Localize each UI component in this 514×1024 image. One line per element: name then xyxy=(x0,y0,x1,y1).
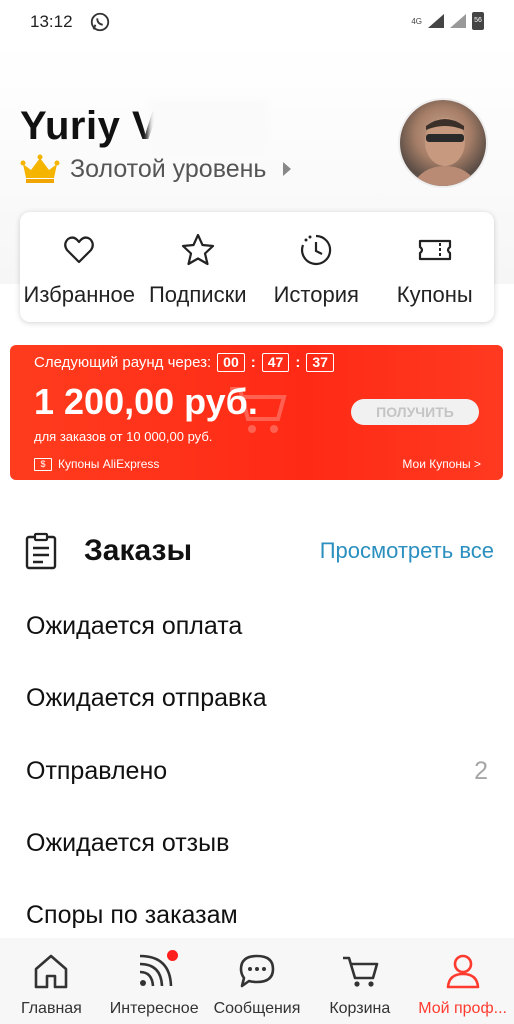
round-timer: Следующий раунд через: 00 : 47 : 37 xyxy=(34,353,340,372)
order-status-awaiting-review[interactable]: Ожидается отзыв xyxy=(26,823,488,863)
coupon-source: Купоны AliExpress xyxy=(58,457,160,471)
timer-hours: 00 xyxy=(217,353,245,372)
home-icon xyxy=(35,954,68,989)
quick-link-label: Подписки xyxy=(148,282,247,307)
nav-feed[interactable]: Интересное xyxy=(103,938,206,1024)
whatsapp-icon xyxy=(90,12,109,32)
nav-profile[interactable]: Мой проф... xyxy=(411,938,514,1024)
member-level[interactable]: Золотой уровень xyxy=(20,154,292,184)
get-coupon-button[interactable]: ПОЛУЧИТЬ xyxy=(351,399,479,425)
crown-icon xyxy=(20,154,60,183)
signal-icon xyxy=(428,14,444,28)
name-redaction xyxy=(148,100,268,152)
order-status-shipped[interactable]: Отправлено 2 xyxy=(26,751,488,791)
heart-icon xyxy=(64,236,95,264)
profile-icon xyxy=(446,954,479,989)
quick-link-label: Избранное xyxy=(23,282,136,307)
quick-link-wishlist[interactable]: Избранное xyxy=(20,212,139,322)
level-label: Золотой уровень xyxy=(70,154,267,183)
nav-home[interactable]: Главная xyxy=(0,938,103,1024)
round-label: Следующий раунд через: xyxy=(34,354,212,371)
nav-cart[interactable]: Корзина xyxy=(308,938,411,1024)
timer-colon: : xyxy=(295,354,301,371)
chat-icon xyxy=(239,954,275,988)
view-all-orders-link[interactable]: Просмотреть все xyxy=(320,538,494,564)
quick-links-card: Избранное Подписки История Купоны xyxy=(20,212,494,322)
order-status-label: Споры по заказам xyxy=(26,900,238,929)
avatar[interactable] xyxy=(398,98,488,188)
order-status-disputes[interactable]: Споры по заказам xyxy=(26,895,488,935)
my-coupons-link[interactable]: Мои Купоны > xyxy=(402,457,481,471)
status-icons: 4G 56 xyxy=(411,12,484,30)
quick-link-label: История xyxy=(273,282,359,307)
coupon-condition: для заказов от 10 000,00 руб. xyxy=(34,429,213,444)
nav-messages[interactable]: Сообщения xyxy=(206,938,309,1024)
history-clock-icon xyxy=(301,234,332,266)
quick-link-coupons[interactable]: Купоны xyxy=(376,212,495,322)
orders-title: Заказы xyxy=(84,534,193,567)
orders-header: Заказы Просмотреть все xyxy=(24,528,494,574)
nav-label: Интересное xyxy=(109,1000,199,1017)
bottom-navigation: Главная Интересное Сообщения Корзина Мой… xyxy=(0,938,514,1024)
notification-dot xyxy=(166,950,178,961)
user-name: Yuriy V xyxy=(20,104,160,148)
avatar-photo xyxy=(411,118,479,186)
timer-colon: : xyxy=(250,354,256,371)
signal-icon-2 xyxy=(450,14,466,28)
coupon-dollar-icon: $ xyxy=(34,457,52,471)
timer-seconds: 37 xyxy=(306,353,334,372)
status-bar: 13:12 4G 56 xyxy=(0,0,514,44)
coupon-footer: $ Купоны AliExpress Мои Купоны > xyxy=(34,457,481,471)
nav-label: Корзина xyxy=(329,1000,391,1017)
status-time: 13:12 xyxy=(30,12,73,31)
network-label: 4G xyxy=(411,16,422,26)
order-status-label: Ожидается оплата xyxy=(26,611,243,640)
ticket-icon xyxy=(418,239,451,261)
order-status-label: Ожидается отзыв xyxy=(26,828,230,857)
coupon-amount: 1 200,00 руб. xyxy=(34,381,258,422)
nav-label: Сообщения xyxy=(213,1000,301,1017)
chevron-right-icon xyxy=(283,162,292,176)
order-count-badge: 2 xyxy=(474,756,488,785)
nav-label: Мой проф... xyxy=(418,1000,507,1017)
order-status-label: Ожидается отправка xyxy=(26,683,267,712)
battery-icon: 56 xyxy=(472,12,484,30)
coupon-banner[interactable]: Следующий раунд через: 00 : 47 : 37 1 20… xyxy=(10,345,503,480)
clipboard-list-icon xyxy=(25,532,57,570)
timer-minutes: 47 xyxy=(261,353,290,372)
star-icon xyxy=(181,233,214,266)
quick-link-subscriptions[interactable]: Подписки xyxy=(139,212,258,322)
order-status-awaiting-shipment[interactable]: Ожидается отправка xyxy=(26,678,488,718)
quick-link-history[interactable]: История xyxy=(257,212,376,322)
order-status-label: Отправлено xyxy=(26,756,168,785)
order-status-awaiting-payment[interactable]: Ожидается оплата xyxy=(26,606,488,646)
quick-link-label: Купоны xyxy=(396,282,473,307)
cart-icon xyxy=(342,956,379,987)
nav-label: Главная xyxy=(20,1000,82,1017)
